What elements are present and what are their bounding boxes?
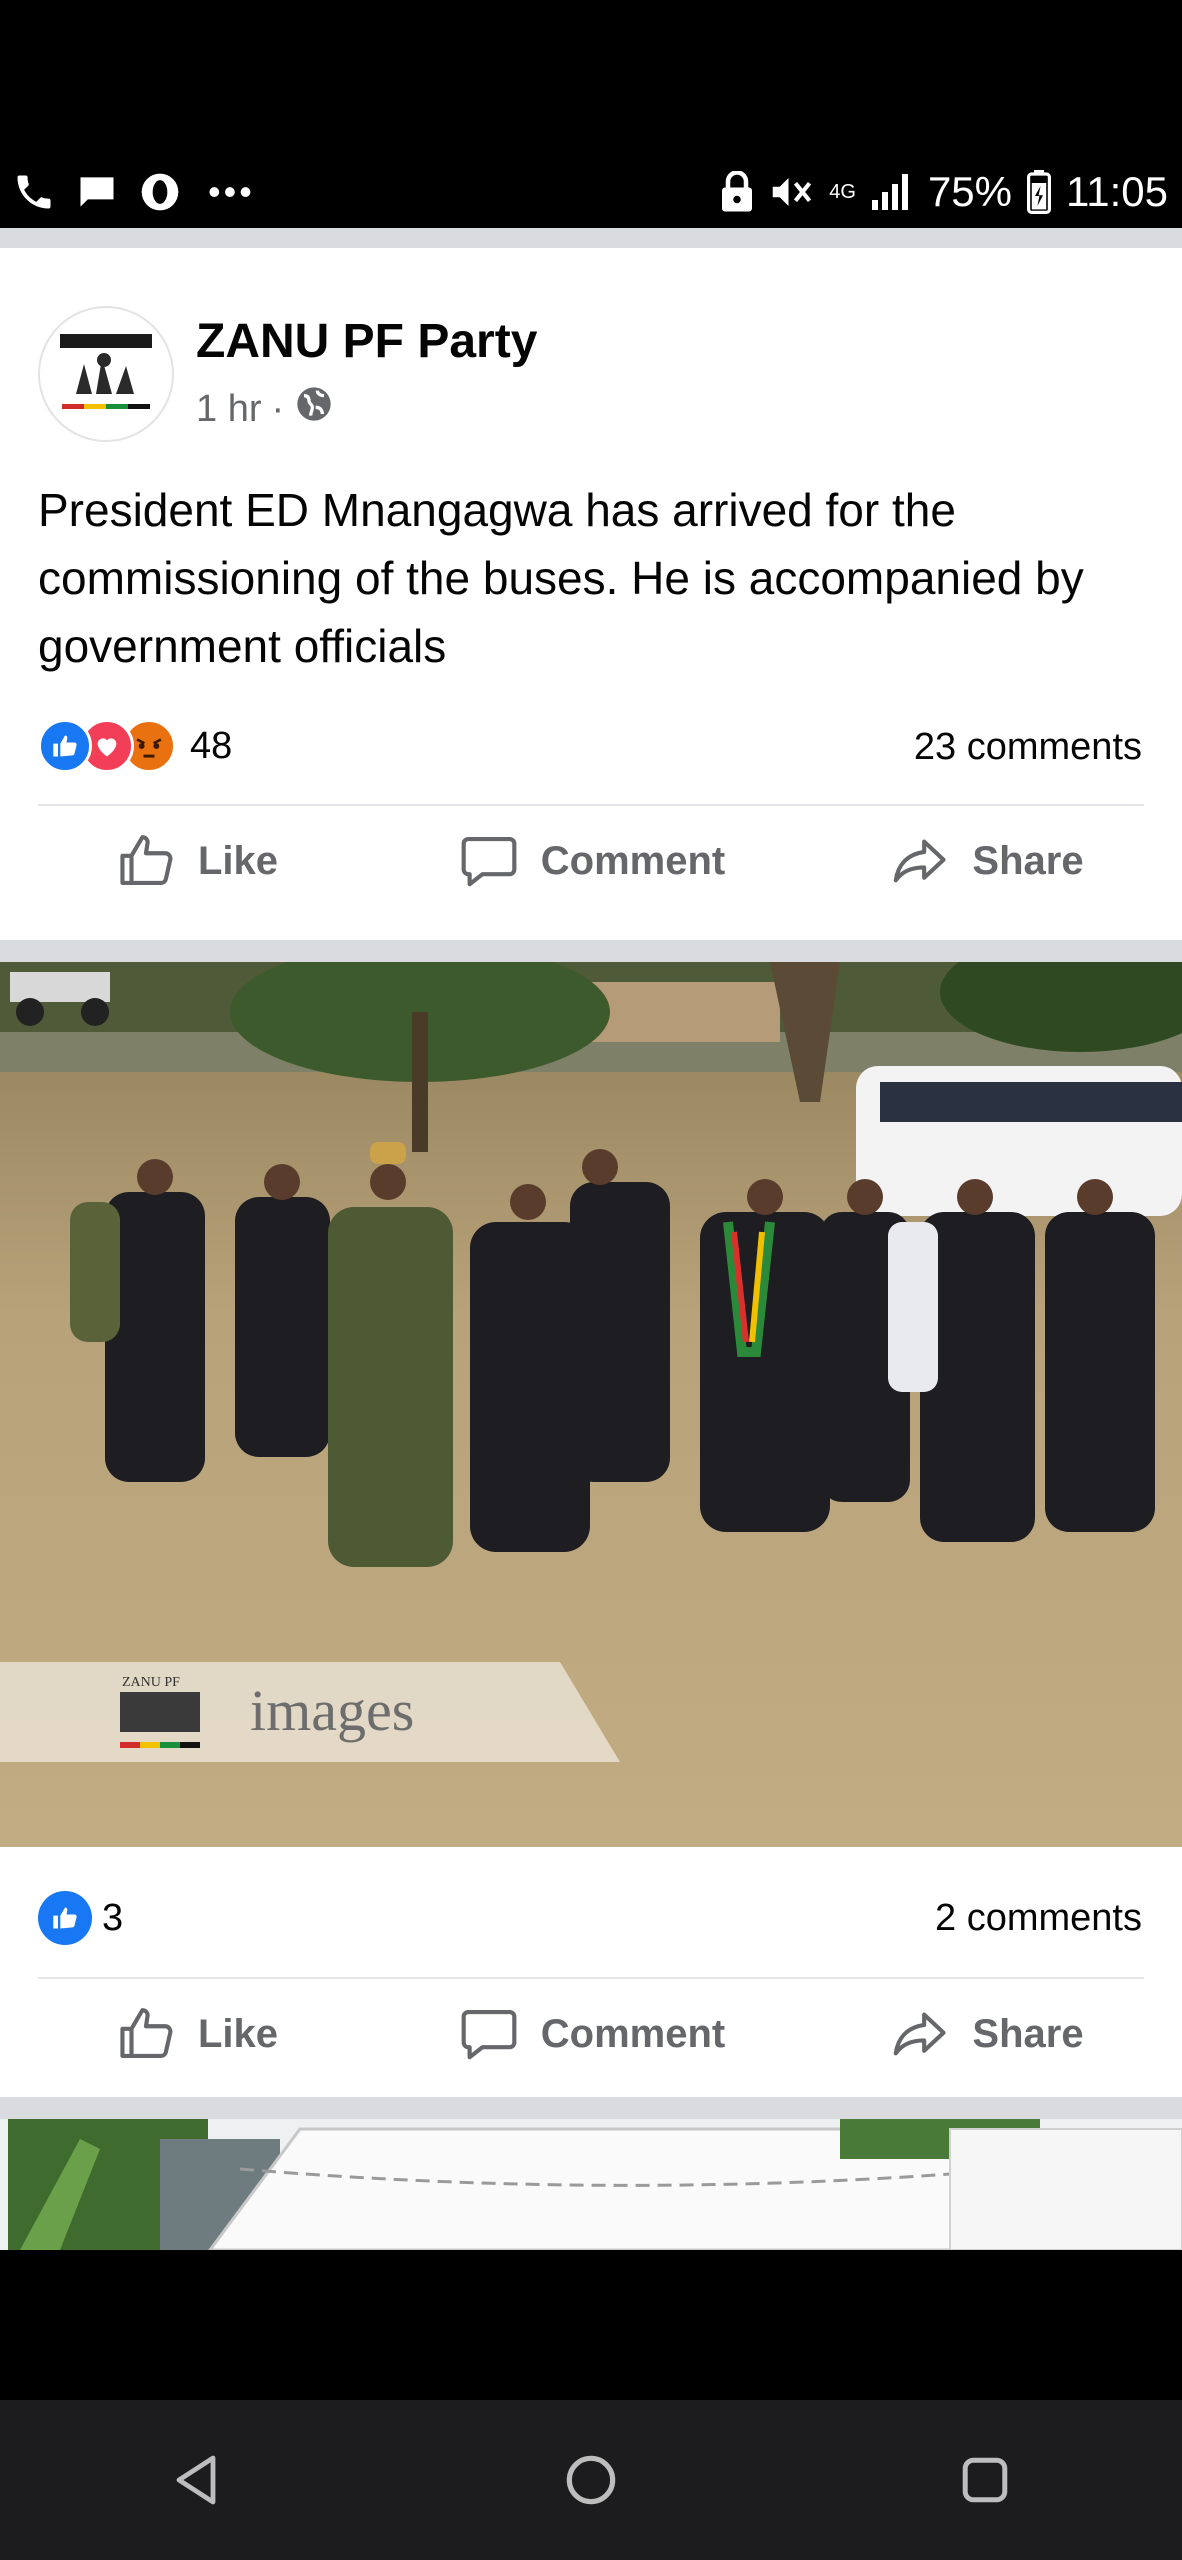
like-button[interactable]: Like xyxy=(0,806,394,916)
share-icon xyxy=(886,830,952,892)
recents-icon[interactable] xyxy=(925,2420,1045,2540)
like-button[interactable]: Like xyxy=(0,1979,394,2089)
share-icon xyxy=(886,2003,952,2065)
post-text: President ED Mnangagwa has arrived for t… xyxy=(38,484,1084,672)
comment-icon xyxy=(457,830,521,892)
photo-image: ZANU PF images xyxy=(0,962,1182,1847)
share-label: Share xyxy=(972,838,1084,883)
share-button[interactable]: Share xyxy=(788,1979,1182,2089)
nav-buttons xyxy=(0,2400,1182,2560)
like-reaction-icon xyxy=(38,1891,92,1945)
meta-separator: · xyxy=(271,387,285,430)
page-name[interactable]: ZANU PF Party xyxy=(196,314,537,369)
comment-label: Comment xyxy=(540,838,726,883)
comments-count[interactable]: 23 comments xyxy=(914,726,1142,769)
status-bar: ••• 4G 75% 11:05 xyxy=(0,0,1182,228)
photo-reaction-count: 3 xyxy=(102,1896,124,1939)
news-feed[interactable]: ZANU PF Party 1 hr · President ED Mnanga… xyxy=(0,228,1182,2250)
globe-icon xyxy=(294,384,334,434)
battery-icon xyxy=(1026,170,1052,214)
reaction-summary[interactable]: 48 xyxy=(38,718,232,774)
system-indicators: 4G 75% 11:05 xyxy=(719,162,1168,222)
zanu-pf-logo-icon xyxy=(60,334,152,409)
thumbs-up-icon xyxy=(116,830,178,892)
home-icon[interactable] xyxy=(531,2420,651,2540)
next-post-photo[interactable] xyxy=(0,2119,1182,2250)
post-card: ZANU PF Party 1 hr · President ED Mnanga… xyxy=(0,248,1182,940)
reaction-count: 48 xyxy=(190,724,233,767)
post-action-bar: Like Comment Share xyxy=(0,806,1182,916)
comment-button[interactable]: Comment xyxy=(394,806,788,916)
comment-icon xyxy=(457,2003,521,2065)
post-photo[interactable]: ZANU PF images xyxy=(0,962,1182,1847)
photo-comments-count[interactable]: 2 comments xyxy=(935,1897,1142,1940)
comment-button[interactable]: Comment xyxy=(394,1979,788,2089)
phone-icon xyxy=(12,170,56,214)
share-button[interactable]: Share xyxy=(788,806,1182,916)
photo-reaction-summary[interactable]: 3 xyxy=(38,1891,123,1945)
notification-icons: ••• xyxy=(12,162,255,222)
lock-icon xyxy=(719,171,755,213)
next-photo-image xyxy=(0,2119,1182,2250)
photo-action-bar: Like Comment Share xyxy=(0,1979,1182,2089)
page-avatar[interactable] xyxy=(38,306,174,442)
system-nav-bar xyxy=(0,2250,1182,2560)
post-time[interactable]: 1 hr xyxy=(196,388,261,431)
back-icon[interactable] xyxy=(137,2420,257,2540)
watermark-logo-text: ZANU PF xyxy=(122,1675,180,1690)
message-icon xyxy=(74,170,120,214)
thumbs-up-icon xyxy=(116,2003,178,2065)
opera-icon xyxy=(138,170,182,214)
post-meta: 1 hr · xyxy=(196,384,334,434)
battery-percent: 75% xyxy=(927,168,1012,215)
photo-post-footer: 3 2 comments Like Comment Share xyxy=(0,1847,1182,2097)
more-dots-icon: ••• xyxy=(208,171,255,212)
clock: 11:05 xyxy=(1066,168,1168,215)
comment-label: Comment xyxy=(540,2011,726,2056)
like-label: Like xyxy=(197,2011,279,2056)
share-label: Share xyxy=(972,2011,1084,2056)
like-reaction-icon xyxy=(38,719,92,773)
network-icon: 4G xyxy=(829,181,856,203)
like-label: Like xyxy=(197,838,279,883)
watermark-text: images xyxy=(250,1678,414,1743)
mute-icon xyxy=(769,171,815,213)
signal-icon xyxy=(870,172,914,212)
